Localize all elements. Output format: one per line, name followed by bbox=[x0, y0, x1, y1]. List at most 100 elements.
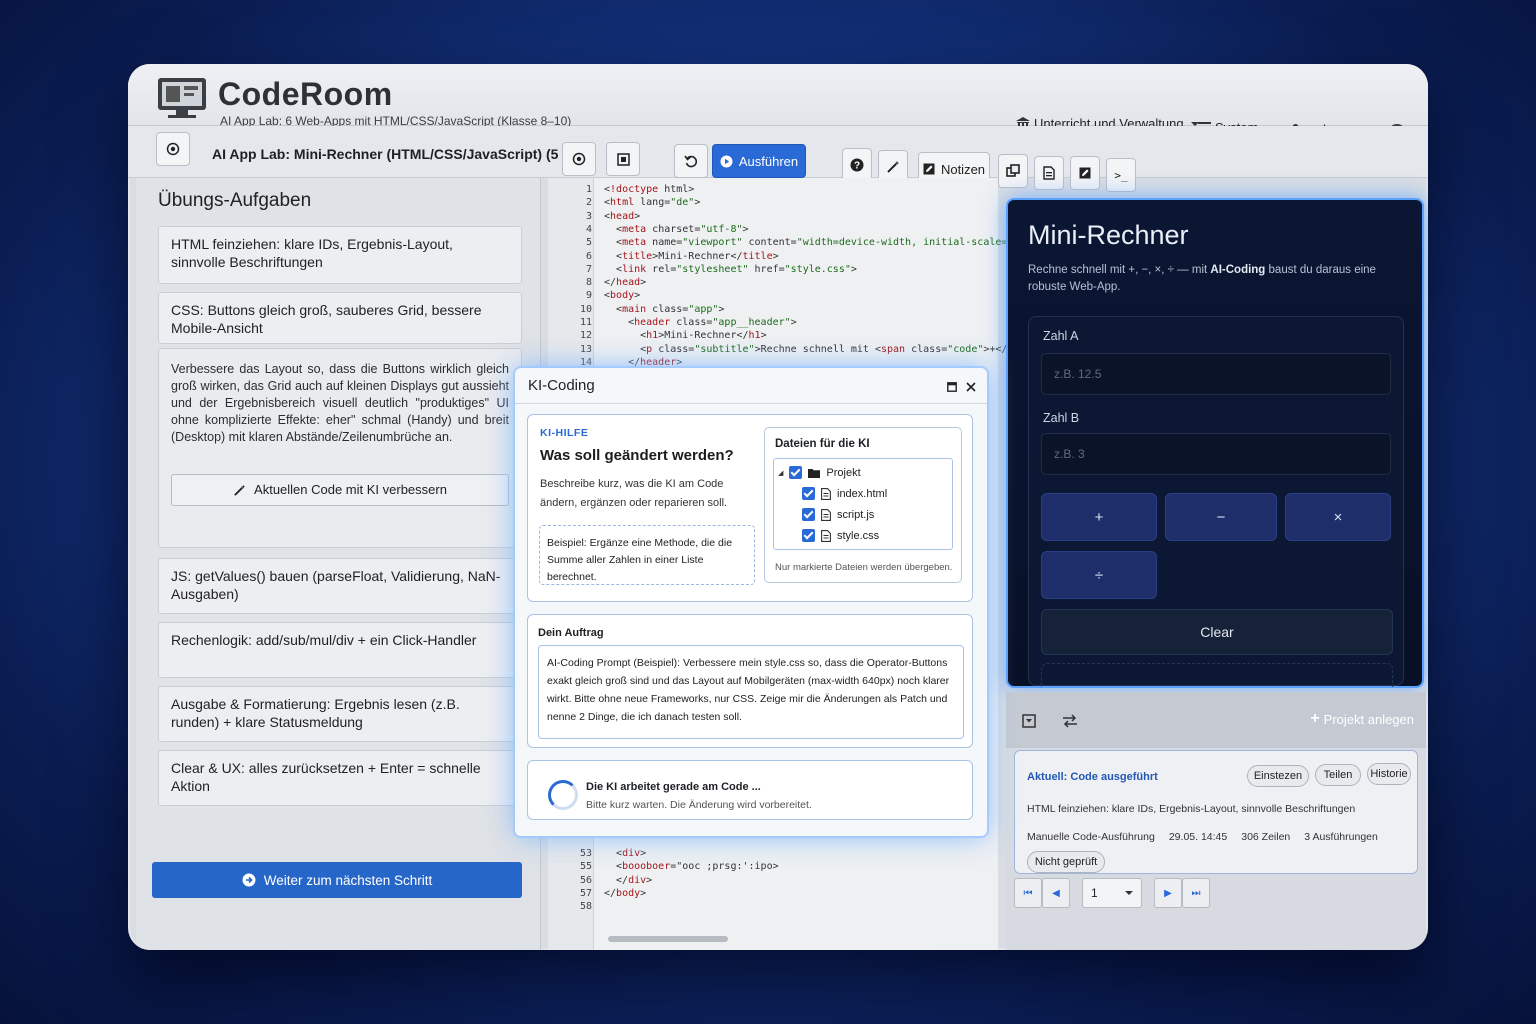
preview-title: Mini-Rechner bbox=[1028, 220, 1189, 250]
first-page-button[interactable]: ⏮ bbox=[1014, 878, 1042, 908]
history-button[interactable]: Historie bbox=[1367, 763, 1411, 785]
ai-help-panel: KI-HILFE Was soll geändert werden? Besch… bbox=[527, 414, 973, 602]
example-prompt[interactable]: Beispiel: Ergänze eine Methode, die die … bbox=[539, 525, 755, 585]
task-item[interactable]: CSS: Buttons gleich groß, sauberes Grid,… bbox=[158, 292, 522, 344]
line-number: 9 bbox=[585, 290, 592, 302]
stop-button[interactable] bbox=[606, 142, 640, 176]
progress-title: Die KI arbeitet gerade am Code ... bbox=[586, 781, 761, 793]
clear-button[interactable]: Clear bbox=[1041, 609, 1393, 655]
plus-icon: + bbox=[1310, 710, 1320, 727]
code-line: <title>Mini-Rechner</title> bbox=[604, 250, 779, 262]
window-button[interactable] bbox=[998, 154, 1028, 188]
horizontal-scrollbar[interactable] bbox=[608, 936, 728, 942]
subtitle-text: Rechne schnell mit +, −, ×, ÷ — mit bbox=[1028, 264, 1211, 276]
next-step-button[interactable]: Weiter zum nächsten Schritt bbox=[152, 862, 522, 898]
share-button[interactable]: Teilen bbox=[1315, 764, 1361, 786]
last-page-button[interactable]: ⏭ bbox=[1182, 878, 1210, 908]
code-line: </header> bbox=[604, 356, 683, 368]
run-date: 29.05. 14:45 bbox=[1168, 831, 1228, 843]
close-icon[interactable] bbox=[966, 382, 976, 392]
code-line: <meta name="viewport" content="width=dev… bbox=[604, 237, 1025, 249]
file-tree: ◢ Projekt index.html script.js style.css bbox=[773, 458, 953, 550]
task-item[interactable]: HTML feinziehen: klare IDs, Ergebnis-Lay… bbox=[158, 226, 522, 284]
dialog-title: KI-Coding bbox=[528, 377, 595, 394]
file-button[interactable] bbox=[1034, 156, 1064, 190]
line-number: 8 bbox=[585, 277, 592, 289]
loading-spinner-icon bbox=[548, 780, 578, 810]
swap-icon[interactable] bbox=[1062, 714, 1078, 728]
arrow-right-circle-icon bbox=[242, 873, 256, 887]
number-b-input[interactable]: z.B. 3 bbox=[1041, 433, 1391, 475]
checkbox-checked-icon[interactable] bbox=[802, 487, 815, 500]
run-label: Ausführen bbox=[738, 153, 799, 169]
checkbox-checked-icon[interactable] bbox=[789, 466, 803, 479]
edit-icon bbox=[1079, 167, 1091, 179]
code-line: </div> bbox=[604, 874, 653, 886]
target-button[interactable] bbox=[156, 132, 190, 166]
line-number: 3 bbox=[585, 210, 592, 222]
run-button[interactable]: Ausführen bbox=[712, 144, 806, 178]
task-item[interactable]: Clear & UX: alles zurücksetzen + Enter =… bbox=[158, 750, 522, 806]
projects-toolbar: + Projekt anlegen bbox=[1006, 692, 1426, 748]
checkbox-checked-icon[interactable] bbox=[802, 529, 815, 542]
progress-panel: Die KI arbeitet gerade am Code ... Bitte… bbox=[527, 760, 973, 820]
record-button[interactable] bbox=[562, 142, 596, 176]
next-step-label: Weiter zum nächsten Schritt bbox=[263, 872, 433, 888]
project-description: HTML feinziehen: klare IDs, Ergebnis-Lay… bbox=[1027, 803, 1356, 815]
target-icon bbox=[166, 142, 180, 156]
task-item[interactable]: Ausgabe & Formatierung: Ergebnis lesen (… bbox=[158, 686, 522, 742]
checkbox-checked-icon[interactable] bbox=[802, 508, 815, 521]
tree-folder-row[interactable]: ◢ Projekt bbox=[778, 466, 861, 479]
export-button[interactable] bbox=[1070, 156, 1100, 190]
terminal-button[interactable]: >_ bbox=[1106, 158, 1136, 192]
maximize-icon[interactable] bbox=[947, 382, 957, 392]
file-label: script.js bbox=[837, 508, 875, 521]
multiply-button[interactable]: × bbox=[1285, 493, 1391, 541]
number-a-input[interactable]: z.B. 12.5 bbox=[1041, 353, 1391, 395]
line-number: 4 bbox=[585, 223, 592, 235]
page-select[interactable]: 1 bbox=[1082, 878, 1142, 908]
magic-wand-icon bbox=[887, 161, 899, 173]
code-line: <main class="app"> bbox=[604, 303, 725, 315]
ai-help-kicker: KI-HILFE bbox=[540, 427, 589, 439]
tree-file-row[interactable]: index.html bbox=[802, 487, 887, 500]
label-number-b: Zahl B bbox=[1043, 411, 1080, 425]
preview-panel: Mini-Rechner Rechne schnell mit +, −, ×,… bbox=[1006, 198, 1424, 688]
question-description: Beschreibe kurz, was die KI am Code ände… bbox=[540, 478, 728, 509]
prev-page-button[interactable]: ◀ bbox=[1042, 878, 1070, 908]
create-project-button[interactable]: + Projekt anlegen bbox=[1310, 710, 1414, 728]
line-number: 12 bbox=[579, 330, 592, 342]
subtract-button[interactable]: − bbox=[1165, 493, 1277, 541]
tree-file-row[interactable]: style.css bbox=[802, 529, 879, 542]
stop-square-icon bbox=[616, 152, 630, 166]
task-panel: Übungs-Aufgaben HTML feinziehen: klare I… bbox=[136, 178, 541, 950]
info-button[interactable]: ? bbox=[842, 148, 872, 182]
question-heading: Was soll geändert werden? bbox=[540, 447, 734, 464]
add-button[interactable]: + bbox=[1041, 493, 1157, 541]
line-number: 57 bbox=[579, 887, 592, 899]
task-item[interactable]: Rechenlogik: add/sub/mul/div + ein Click… bbox=[158, 622, 522, 678]
next-page-button[interactable]: ▶ bbox=[1154, 878, 1182, 908]
task-prompt-textarea[interactable]: AI-Coding Prompt (Beispiel): Verbessere … bbox=[538, 645, 964, 739]
task-item[interactable]: JS: getValues() bauen (parseFloat, Valid… bbox=[158, 558, 522, 614]
code-line: <boooboer="ooc ;prsg:':ipo> bbox=[604, 861, 779, 873]
line-number: 7 bbox=[585, 263, 592, 275]
reset-button[interactable] bbox=[674, 144, 708, 178]
insert-button[interactable]: Einstezen bbox=[1247, 765, 1309, 787]
run-mode: Manuelle Code-Ausführung bbox=[1027, 831, 1155, 843]
code-line: <h1>Mini-Rechner</h1> bbox=[604, 330, 767, 342]
calculator-card: Zahl A z.B. 12.5 Zahl B z.B. 3 + − × ÷ C… bbox=[1028, 316, 1404, 687]
result-area bbox=[1041, 663, 1393, 687]
line-number: 13 bbox=[579, 343, 592, 355]
question-icon: ? bbox=[850, 158, 864, 172]
preview-subtitle: Rechne schnell mit +, −, ×, ÷ — mit AI-C… bbox=[1028, 262, 1408, 296]
tree-file-row[interactable]: script.js bbox=[802, 508, 874, 521]
file-icon bbox=[1043, 166, 1055, 180]
target-icon bbox=[572, 152, 586, 166]
exercise-title: AI App Lab: Mini-Rechner (HTML/CSS/JavaS… bbox=[212, 146, 583, 162]
divide-button[interactable]: ÷ bbox=[1041, 551, 1157, 599]
download-box-icon[interactable] bbox=[1022, 714, 1036, 728]
improve-with-ai-button[interactable]: Aktuellen Code mit KI verbessern bbox=[171, 474, 509, 506]
project-card: Aktuell: Code ausgeführt Einstezen Teile… bbox=[1014, 750, 1418, 874]
task-input-title: Dein Auftrag bbox=[538, 627, 604, 639]
